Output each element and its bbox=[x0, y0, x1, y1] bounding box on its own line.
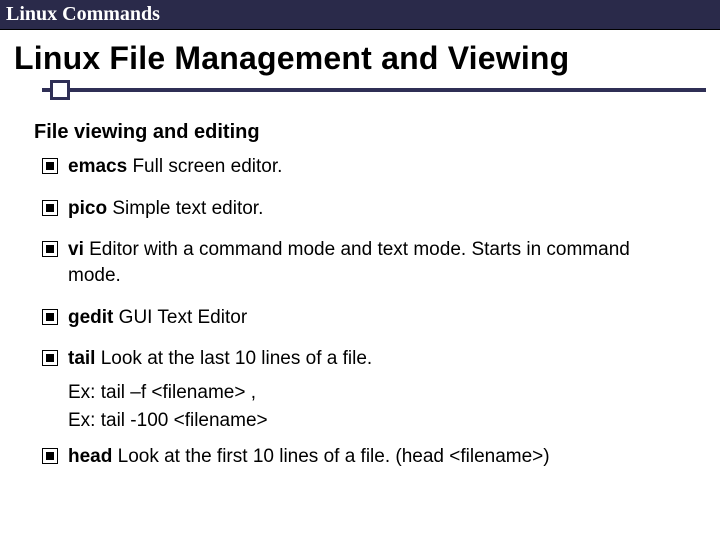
list-item: tail Look at the last 10 lines of a file… bbox=[42, 346, 686, 372]
item-text: emacs Full screen editor. bbox=[68, 154, 282, 180]
command-desc: Look at the last 10 lines of a file. bbox=[95, 348, 372, 369]
list-item: vi Editor with a command mode and text m… bbox=[42, 237, 686, 288]
page-title: Linux File Management and Viewing bbox=[14, 40, 706, 77]
nested-square-icon bbox=[42, 241, 58, 257]
nested-square-icon bbox=[42, 309, 58, 325]
section-heading: File viewing and editing bbox=[34, 121, 706, 144]
example-line: Ex: tail –f <filename> , bbox=[68, 382, 686, 404]
nested-square-icon bbox=[42, 448, 58, 464]
list-item: emacs Full screen editor. bbox=[42, 154, 686, 180]
nested-square-icon bbox=[42, 158, 58, 174]
example-line: Ex: tail -100 <filename> bbox=[68, 410, 686, 432]
command-name: pico bbox=[68, 198, 107, 219]
item-text: vi Editor with a command mode and text m… bbox=[68, 237, 686, 288]
item-text: gedit GUI Text Editor bbox=[68, 305, 247, 331]
nested-square-icon bbox=[42, 350, 58, 366]
nested-square-icon bbox=[42, 200, 58, 216]
command-name: tail bbox=[68, 348, 95, 369]
title-underline bbox=[14, 79, 706, 99]
item-text: pico Simple text editor. bbox=[68, 196, 263, 222]
list-item: head Look at the first 10 lines of a fil… bbox=[42, 444, 686, 470]
underline-rule bbox=[42, 88, 706, 92]
command-desc: GUI Text Editor bbox=[113, 307, 247, 328]
header-bar: Linux Commands bbox=[0, 0, 720, 30]
command-desc: Look at the first 10 lines of a file. (h… bbox=[112, 446, 549, 467]
header-title: Linux Commands bbox=[6, 3, 714, 26]
command-desc: Editor with a command mode and text mode… bbox=[68, 239, 630, 286]
command-name: gedit bbox=[68, 307, 113, 328]
command-desc: Simple text editor. bbox=[107, 198, 263, 219]
command-desc: Full screen editor. bbox=[127, 156, 282, 177]
title-box-icon bbox=[50, 80, 70, 100]
item-text: tail Look at the last 10 lines of a file… bbox=[68, 346, 372, 372]
item-text: head Look at the first 10 lines of a fil… bbox=[68, 444, 550, 470]
command-name: emacs bbox=[68, 156, 127, 177]
list-item: pico Simple text editor. bbox=[42, 196, 686, 222]
list-item: gedit GUI Text Editor bbox=[42, 305, 686, 331]
command-name: head bbox=[68, 446, 112, 467]
slide-content: Linux File Management and Viewing File v… bbox=[0, 30, 720, 469]
command-name: vi bbox=[68, 239, 84, 260]
